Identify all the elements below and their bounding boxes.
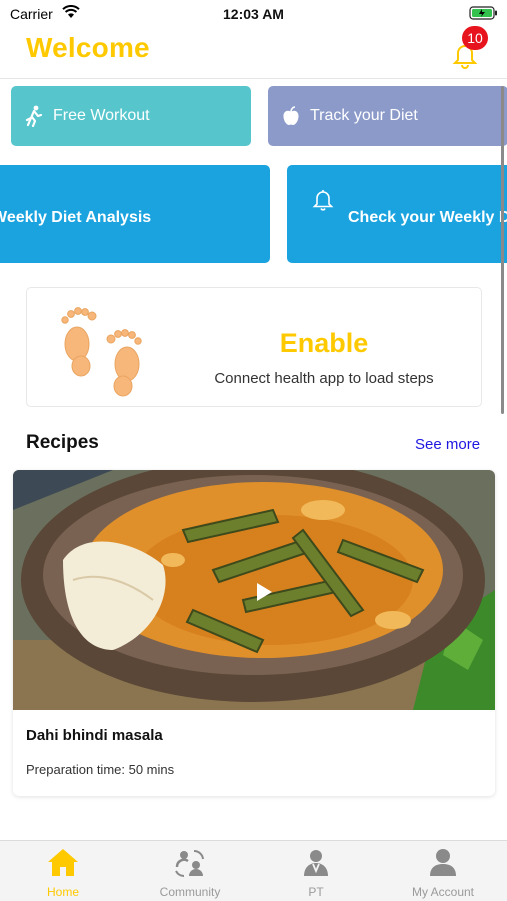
track-diet-label: Track your Diet	[310, 107, 418, 124]
community-icon	[127, 847, 253, 877]
play-video-icon[interactable]	[255, 582, 273, 602]
recipe-name: Dahi bhindi masala	[26, 727, 163, 744]
clock: 12:03 AM	[223, 6, 284, 22]
scrollbar[interactable]	[501, 86, 504, 414]
apple-icon	[282, 106, 300, 126]
check-weekly-diet-label: Check your Weekly Diet	[348, 209, 507, 226]
bottom-tab-bar: Home Community PT My Account	[0, 840, 507, 901]
enable-steps-title: Enable	[279, 328, 369, 358]
see-more-link[interactable]: See more	[415, 436, 480, 453]
weekly-diet-analysis-label: Weekly Diet Analysis	[0, 209, 152, 226]
user-icon	[380, 847, 506, 877]
connect-health-message: Connect health app to load steps	[214, 370, 434, 387]
check-weekly-diet-button[interactable]: Check your Weekly Diet	[287, 165, 507, 263]
tab-my-account[interactable]: My Account	[380, 841, 506, 901]
page-title: Welcome	[26, 32, 150, 63]
notification-badge: 10	[462, 26, 488, 50]
tab-pt[interactable]: PT	[253, 841, 379, 901]
weekly-diet-analysis-button[interactable]: Weekly Diet Analysis	[0, 165, 270, 263]
running-icon	[25, 105, 43, 127]
battery-icon	[469, 6, 497, 20]
tab-home-label: Home	[46, 885, 79, 899]
home-icon	[0, 847, 126, 877]
recipe-card[interactable]: Dahi bhindi masala Preparation time: 50 …	[13, 470, 495, 796]
home-content[interactable]: Free Workout Track your Diet Weekly Diet…	[0, 80, 507, 840]
recipe-prep-time: Preparation time: 50 mins	[26, 762, 175, 777]
tab-community-label: Community	[159, 885, 221, 899]
tab-community[interactable]: Community	[127, 841, 253, 901]
recipes-heading: Recipes	[26, 432, 99, 453]
steps-card[interactable]: Enable Connect health app to load steps	[26, 287, 482, 407]
free-workout-label: Free Workout	[53, 107, 150, 124]
tab-my-account-label: My Account	[411, 885, 475, 899]
trainer-icon	[253, 847, 379, 877]
app-header: Welcome 10	[0, 26, 507, 79]
tab-home[interactable]: Home	[0, 841, 126, 901]
track-diet-button[interactable]: Track your Diet	[268, 86, 507, 146]
bell-icon	[311, 187, 335, 218]
recipe-image[interactable]	[13, 470, 495, 710]
status-bar: Carrier 12:03 AM	[0, 0, 507, 28]
free-workout-button[interactable]: Free Workout	[11, 86, 251, 146]
tab-pt-label: PT	[308, 885, 324, 899]
